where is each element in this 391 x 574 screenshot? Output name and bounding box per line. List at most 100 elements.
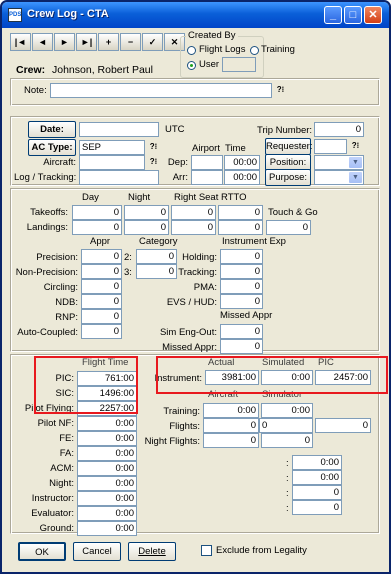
arr-time-field[interactable]: 00:00 [224,170,260,185]
touch-and-go-field[interactable]: 0 [266,220,311,235]
fa-field[interactable]: 0:00 [77,446,137,461]
log-tracking-field[interactable] [79,170,159,185]
circling-label: Circling: [43,282,78,293]
note-label: Note: [24,85,47,96]
requester-button[interactable]: Requester: [265,138,312,155]
cancel-button[interactable]: Cancel [73,542,121,561]
appr-header: Appr [90,236,111,247]
date-field[interactable] [79,122,159,137]
aircraft-lookup-icon[interactable]: ?⁝ [147,156,160,169]
trip-number-field[interactable]: 0 [314,122,364,137]
save-record-button[interactable]: ✓ [142,33,163,51]
exclude-legality-checkbox[interactable] [201,545,212,556]
maximize-icon[interactable]: □ [344,6,362,24]
requester-field[interactable] [314,139,347,154]
night-flights-aircraft-field[interactable]: 0 [203,433,259,448]
takeoffs-rtto-field[interactable]: 0 [218,205,263,220]
rnp-field[interactable]: 0 [81,309,122,324]
pma-label: PMA: [193,282,217,293]
flights-aircraft-field[interactable]: 0 [203,418,259,433]
title-bar[interactable]: PDS Crew Log - CTA _ □ ✕ [2,2,389,28]
instructor-field[interactable]: 0:00 [77,491,137,506]
crew-log-window: PDS Crew Log - CTA _ □ ✕ |◄ ◄ ► ►| + − ✓… [0,0,391,574]
takeoffs-night-field[interactable]: 0 [124,205,169,220]
note-field[interactable] [50,83,272,98]
pilot-nf-field[interactable]: 0:00 [77,416,137,431]
evs-hud-field[interactable]: 0 [220,294,263,309]
extra-field-3[interactable]: 0 [292,485,342,500]
training-simulator-field[interactable]: 0:00 [261,403,313,418]
ndb-label: NDB: [55,297,78,308]
chevron-down-icon[interactable]: ▼ [349,157,362,168]
auto-coupled-field[interactable]: 0 [81,324,122,339]
ac-type-button[interactable]: AC Type: [28,139,76,156]
ok-button[interactable]: OK [18,542,66,561]
last-record-button[interactable]: ►| [76,33,97,51]
ac-type-lookup-icon[interactable]: ?⁝ [147,141,160,154]
touch-and-go-label: Touch & Go [268,207,318,218]
non-precision-field[interactable]: 0 [81,264,122,279]
prev-record-button[interactable]: ◄ [32,33,53,51]
delete-button[interactable]: Delete [128,542,176,561]
landings-rtto-field[interactable]: 0 [218,220,263,235]
aircraft-label: Aircraft: [43,157,76,168]
landings-day-field[interactable]: 0 [72,220,122,235]
landings-label: Landings: [26,222,68,233]
pma-field[interactable]: 0 [220,279,263,294]
note-lookup-icon[interactable]: ?⁝ [274,84,287,97]
utc-label: UTC [165,124,185,135]
user-field[interactable] [222,57,256,72]
highlight-box-instrument [156,356,388,394]
requester-lookup-icon[interactable]: ?⁝ [349,140,362,153]
purpose-button[interactable]: Purpose: [265,169,311,186]
ground-field[interactable]: 0:00 [77,521,137,536]
extra-field-4[interactable]: 0 [292,500,342,515]
first-record-button[interactable]: |◄ [10,33,31,51]
radio-flight-logs[interactable] [187,46,196,55]
extra-field-1[interactable]: 0:00 [292,455,342,470]
sim-eng-out-field[interactable]: 0 [220,324,263,339]
position-select[interactable]: ▼ [314,155,364,170]
takeoffs-right-seat-field[interactable]: 0 [171,205,216,220]
night-flights-simulator-field[interactable]: 0 [261,433,313,448]
ac-type-field[interactable]: SEP [79,140,145,155]
evaluator-label: Evaluator: [31,508,74,519]
extra-colon-1: : [286,458,289,469]
auto-coupled-label: Auto-Coupled: [17,327,78,338]
training-aircraft-field[interactable]: 0:00 [203,403,259,418]
date-button[interactable]: Date: [28,121,76,138]
landings-night-field[interactable]: 0 [124,220,169,235]
flights-simulator-field[interactable]: 0 [259,418,313,433]
aircraft-field[interactable] [79,155,145,170]
extra-field-2[interactable]: 0:00 [292,470,342,485]
takeoffs-day-field[interactable]: 0 [72,205,122,220]
tracking-field[interactable]: 0 [220,264,263,279]
right-seat-header: Right Seat [174,192,219,203]
missed-appr-field[interactable]: 0 [220,339,263,354]
delete-record-button[interactable]: − [120,33,141,51]
radio-training[interactable] [250,46,259,55]
dep-airport-field[interactable] [191,155,223,170]
add-record-button[interactable]: + [98,33,119,51]
chevron-down-icon[interactable]: ▼ [349,172,362,183]
rtto-header: RTTO [221,192,247,203]
fe-field[interactable]: 0:00 [77,431,137,446]
created-by-label: Created By [186,30,238,41]
arr-airport-field[interactable] [191,170,223,185]
landings-right-seat-field[interactable]: 0 [171,220,216,235]
evaluator-field[interactable]: 0:00 [77,506,137,521]
flights-extra-field[interactable]: 0 [315,418,371,433]
missed-appr-header: Missed Appr [220,310,273,321]
holding-field[interactable]: 0 [220,249,263,264]
night-field[interactable]: 0:00 [77,476,137,491]
precision-field[interactable]: 0 [81,249,122,264]
minimize-icon[interactable]: _ [324,6,342,24]
dep-time-field[interactable]: 00:00 [224,155,260,170]
acm-field[interactable]: 0:00 [77,461,137,476]
purpose-select[interactable]: ▼ [314,170,364,185]
ndb-field[interactable]: 0 [81,294,122,309]
close-icon[interactable]: ✕ [364,6,382,24]
radio-user[interactable] [187,61,196,70]
circling-field[interactable]: 0 [81,279,122,294]
next-record-button[interactable]: ► [54,33,75,51]
